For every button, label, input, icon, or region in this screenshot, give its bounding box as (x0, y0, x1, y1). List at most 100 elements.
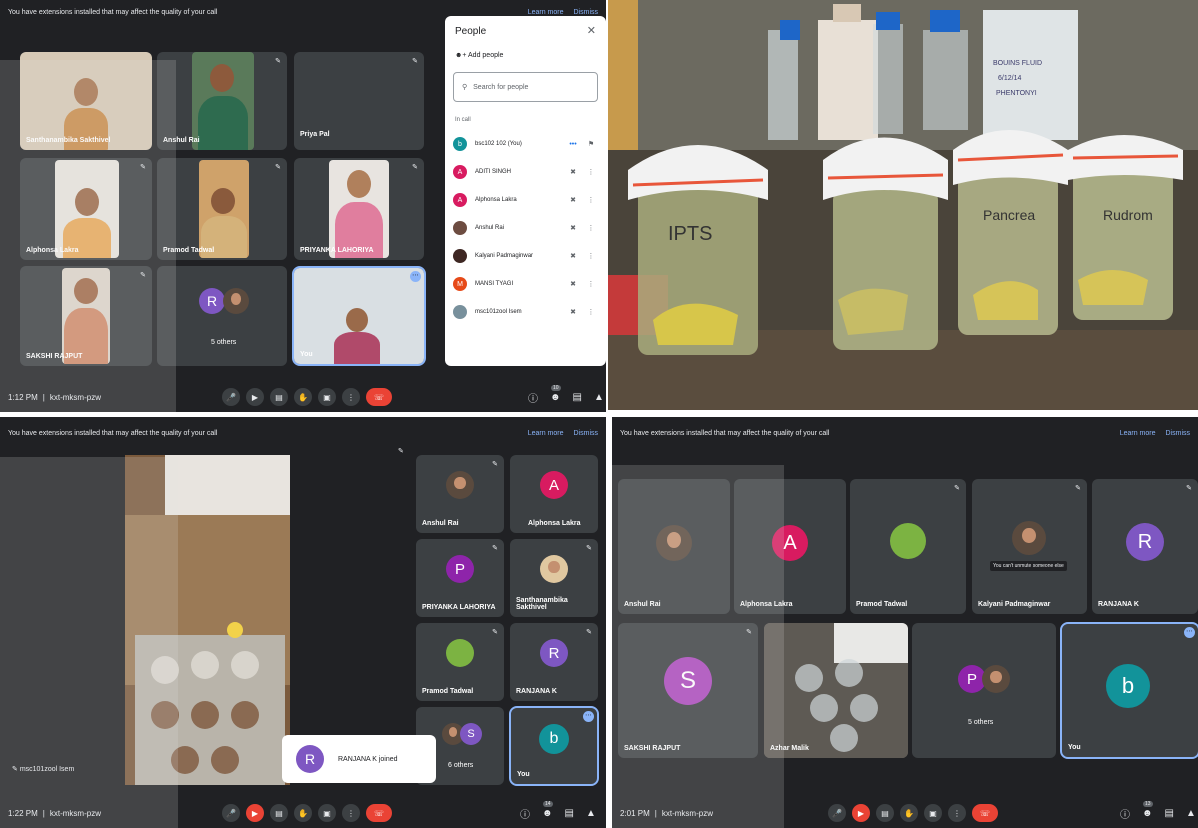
participant-tile[interactable]: R 5 others (157, 266, 287, 366)
participant-tile[interactable]: ✎ Anshul Rai (416, 455, 504, 533)
more-vert-icon[interactable]: ⋮ (584, 252, 598, 260)
mic-off-icon[interactable]: ✖ (566, 168, 580, 176)
participant-avatar: A (540, 471, 568, 499)
more-options-button[interactable]: ⋮ (342, 804, 360, 822)
banner-text: You have extensions installed that may a… (8, 429, 218, 437)
activities-icon[interactable]: ▲ (594, 392, 604, 403)
info-icon[interactable]: ⓘ (1120, 806, 1130, 821)
participant-list-item[interactable]: Kalyani Padmaginwar ✖ ⋮ (453, 246, 598, 266)
more-vert-icon[interactable]: ⋮ (584, 196, 598, 204)
participant-tile[interactable]: ✎ You can't unmute someone else Kalyani … (972, 479, 1087, 614)
chat-icon[interactable]: ▤ (565, 808, 574, 819)
participant-tile[interactable]: ✎ Santhanambika Sakthivel (510, 539, 598, 617)
more-vert-icon[interactable]: ⋮ (584, 224, 598, 232)
info-icon[interactable]: ⓘ (520, 806, 530, 821)
participant-tile[interactable]: ✎ Priya Pal (294, 52, 424, 150)
more-vert-icon[interactable]: ⋮ (584, 280, 598, 288)
captions-button[interactable]: ▤ (270, 804, 288, 822)
meeting-code: kxt-mksm-pzw (49, 392, 101, 402)
more-vert-icon[interactable]: ⋮ (584, 168, 598, 176)
participant-tile[interactable]: ✎ Pramod Tadwal (416, 623, 504, 701)
more-options-icon[interactable]: ••• (566, 141, 580, 148)
more-options-button[interactable]: ⋮ (342, 388, 360, 406)
activities-icon[interactable]: ▲ (1186, 808, 1196, 819)
present-button[interactable]: ▣ (924, 804, 942, 822)
participant-avatar: P (446, 555, 474, 583)
participant-list-item[interactable]: b bsc102 102 (You) ••• ⚑ (453, 134, 598, 154)
present-button[interactable]: ▣ (318, 388, 336, 406)
captions-button[interactable]: ▤ (876, 804, 894, 822)
mic-button[interactable]: 🎤 (222, 804, 240, 822)
participant-avatar: b (453, 137, 467, 151)
participant-list-item[interactable]: msc101zool Isem ✖ ⋮ (453, 302, 598, 322)
more-options-button[interactable]: ⋮ (948, 804, 966, 822)
extension-warning-banner: You have extensions installed that may a… (0, 421, 606, 445)
camera-off-button[interactable]: ▶ (246, 804, 264, 822)
mic-off-icon[interactable]: ✖ (566, 224, 580, 232)
dismiss-link[interactable]: Dismiss (574, 430, 599, 437)
captions-button[interactable]: ▤ (270, 388, 288, 406)
participant-tile[interactable]: Azhar Malik (764, 623, 908, 758)
participant-tile[interactable]: P ✎ PRIYANKA LAHORIYA (416, 539, 504, 617)
camera-off-button[interactable]: ▶ (852, 804, 870, 822)
self-view-tile[interactable]: b ⋯ You (1060, 622, 1198, 759)
tile-options-icon[interactable]: ⋯ (1184, 627, 1195, 638)
mic-off-icon[interactable]: ✖ (566, 308, 580, 316)
add-people-button[interactable]: ☻+ Add people (455, 52, 503, 59)
camera-button[interactable]: ▶ (246, 388, 264, 406)
participant-list-item[interactable]: A Alphonsa Lakra ✖ ⋮ (453, 190, 598, 210)
tile-options-icon[interactable]: ⋯ (410, 271, 421, 282)
presenter-name-text: msc101zool Isem (19, 766, 75, 773)
chat-icon[interactable]: ▤ (1165, 808, 1174, 819)
dismiss-link[interactable]: Dismiss (1166, 430, 1191, 437)
participant-tile[interactable]: ✎ PRIYANKA LAHORIYA (294, 158, 424, 260)
participant-list-item[interactable]: A ADITI SINGH ✖ ⋮ (453, 162, 598, 182)
end-call-button[interactable]: ☏ (366, 804, 392, 822)
participant-tile[interactable]: A Alphonsa Lakra (510, 455, 598, 533)
end-call-button[interactable]: ☏ (366, 388, 392, 406)
dismiss-link[interactable]: Dismiss (574, 9, 599, 16)
participant-name: RANJANA K (1098, 601, 1139, 608)
search-people-input[interactable]: ⚲ Search for people (453, 72, 598, 102)
participant-name: Alphonsa Lakra (528, 520, 581, 527)
raise-hand-button[interactable]: ✋ (294, 388, 312, 406)
chat-icon[interactable]: ▤ (573, 392, 582, 403)
self-view-tile[interactable]: b ⋯ You (509, 706, 599, 786)
end-call-button[interactable]: ☏ (972, 804, 998, 822)
learn-more-link[interactable]: Learn more (1120, 430, 1156, 437)
participant-thumbnail (446, 471, 474, 499)
activities-icon[interactable]: ▲ (586, 808, 596, 819)
participant-tile[interactable]: R ✎ RANJANA K (1092, 479, 1198, 614)
participant-tile[interactable]: ✎ Pramod Tadwal (850, 479, 966, 614)
participant-tile[interactable]: R ✎ RANJANA K (510, 623, 598, 701)
learn-more-link[interactable]: Learn more (528, 9, 564, 16)
participant-list-name: Kalyani Padmaginwar (475, 253, 534, 259)
mic-off-icon[interactable]: ✖ (566, 252, 580, 260)
mic-button[interactable]: 🎤 (828, 804, 846, 822)
raise-hand-button[interactable]: ✋ (294, 804, 312, 822)
mic-off-icon[interactable]: ✖ (566, 196, 580, 204)
participant-avatar: b (1106, 664, 1150, 708)
raise-hand-button[interactable]: ✋ (900, 804, 918, 822)
self-view-tile[interactable]: ⋯ You (292, 266, 426, 366)
learn-more-link[interactable]: Learn more (528, 430, 564, 437)
close-icon[interactable]: ✕ (587, 24, 596, 37)
people-icon[interactable]: ☻ 10 (550, 384, 561, 403)
participant-list-item[interactable]: Anshul Rai ✖ ⋮ (453, 218, 598, 238)
more-vert-icon[interactable]: ⋮ (584, 308, 598, 316)
mic-button[interactable]: 🎤 (222, 388, 240, 406)
participant-list-item[interactable]: M MANSI TYAGI ✖ ⋮ (453, 274, 598, 294)
people-icon[interactable]: ☻ 13 (1142, 800, 1153, 819)
pin-icon[interactable]: ⚑ (584, 140, 598, 148)
info-icon[interactable]: ⓘ (528, 390, 538, 405)
tile-options-icon[interactable]: ⋯ (583, 711, 594, 722)
present-button[interactable]: ▣ (318, 804, 336, 822)
jar: IPTS (628, 145, 768, 355)
meeting-time: 2:01 PM (620, 808, 650, 818)
participant-tile[interactable]: P 5 others (912, 623, 1056, 758)
participant-tile[interactable]: ✎ Anshul Rai (157, 52, 287, 150)
self-video (294, 268, 424, 364)
mic-off-icon[interactable]: ✖ (566, 280, 580, 288)
people-icon[interactable]: ☻ 14 (542, 800, 553, 819)
participant-tile[interactable]: ✎ Pramod Tadwal (157, 158, 287, 260)
